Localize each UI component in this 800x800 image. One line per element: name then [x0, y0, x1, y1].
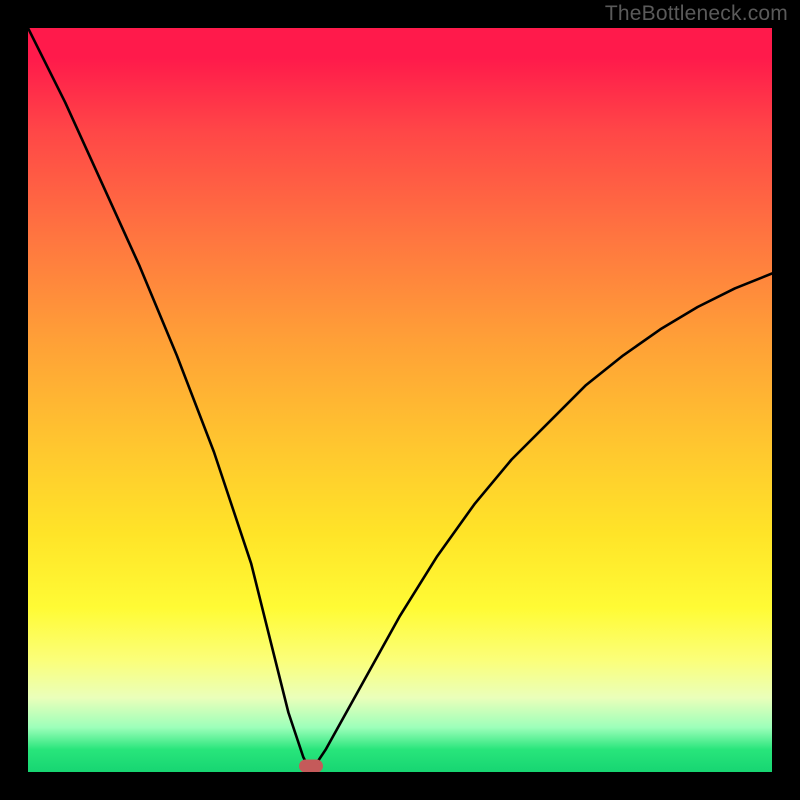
- chart-frame: TheBottleneck.com: [0, 0, 800, 800]
- watermark-text: TheBottleneck.com: [605, 2, 788, 26]
- bottleneck-curve: [28, 28, 772, 772]
- optimal-point-marker: [299, 760, 323, 773]
- plot-area: [28, 28, 772, 772]
